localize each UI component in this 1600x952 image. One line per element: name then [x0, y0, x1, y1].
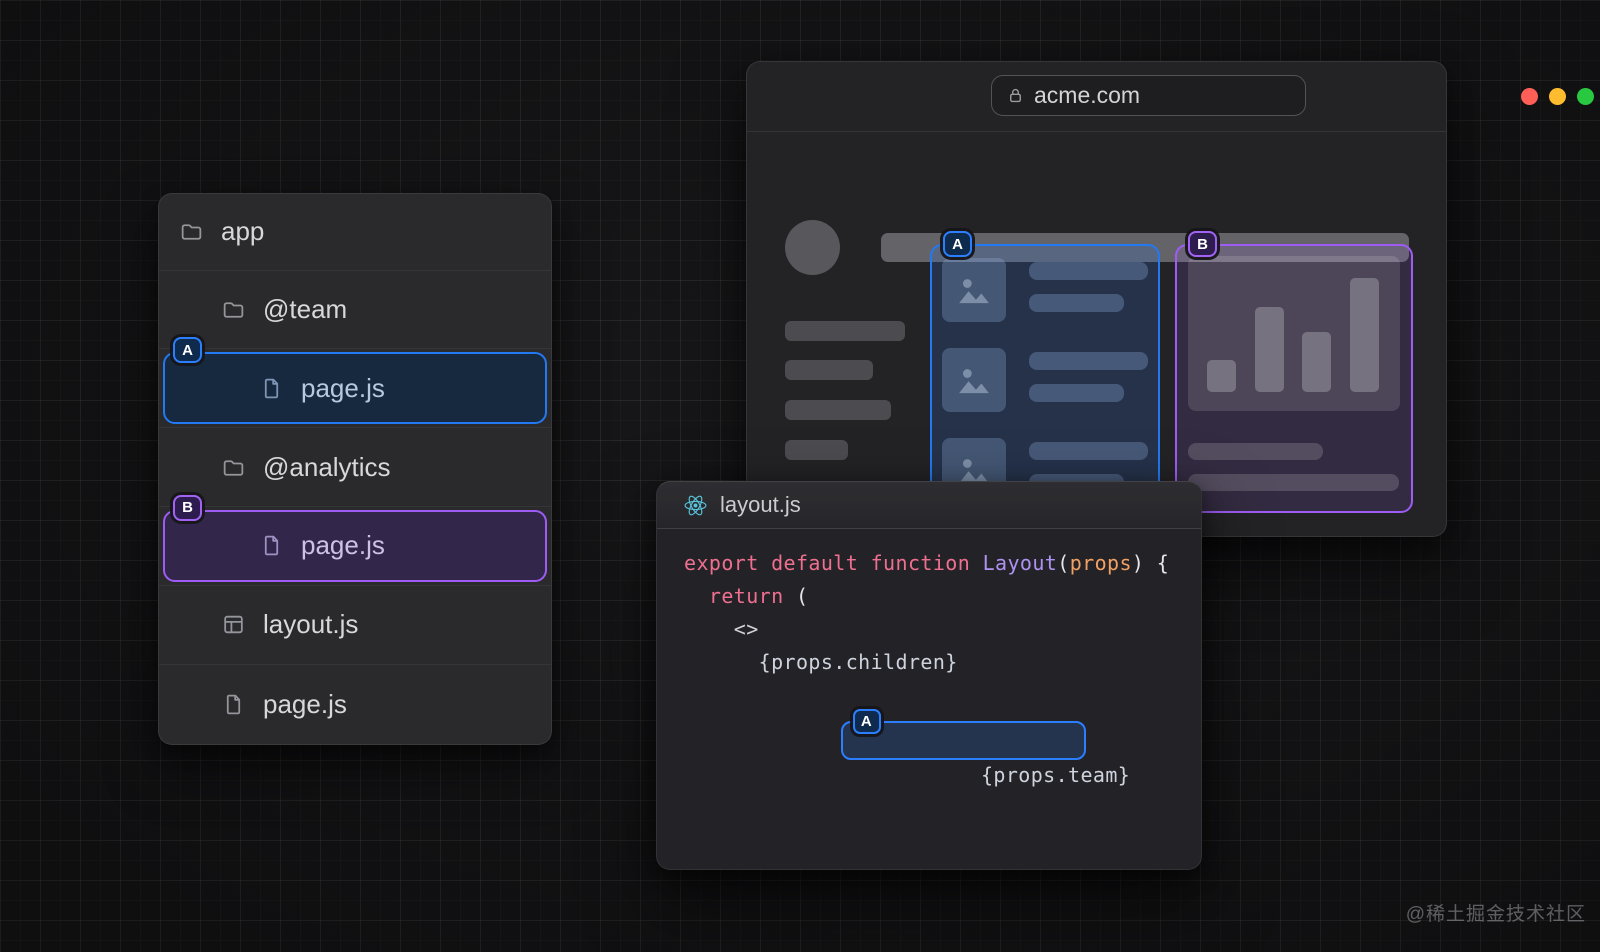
tree-item-label: @analytics	[263, 451, 391, 482]
folder-icon	[221, 297, 246, 322]
close-button[interactable]	[1521, 88, 1538, 105]
badge-a: A	[852, 709, 881, 734]
chart-bar	[1255, 307, 1284, 392]
tree-item-label: layout.js	[263, 609, 359, 640]
nav-skeleton-bar	[785, 440, 848, 460]
browser-viewport: A B	[747, 131, 1446, 536]
text-skeleton-bar	[1029, 352, 1148, 370]
react-icon	[683, 493, 708, 518]
highlight-box-team: A {props.team}	[840, 709, 1130, 787]
list-item	[942, 348, 1148, 412]
minimize-button[interactable]	[1549, 88, 1566, 105]
code-line: {props.children}	[684, 650, 958, 674]
nav-skeleton-bar	[785, 400, 891, 420]
url-text: acme.com	[1034, 82, 1141, 108]
tree-item-label: app	[221, 216, 265, 247]
code-line: return (	[708, 584, 809, 608]
code-text: {props.team}	[980, 763, 1131, 787]
code-line-analytics: B{props.analytics}	[684, 866, 1201, 869]
text-skeleton-bar	[1029, 294, 1124, 312]
editor-titlebar: layout.js	[657, 482, 1201, 529]
folder-icon	[221, 455, 246, 480]
url-bar[interactable]: acme.com	[991, 75, 1306, 116]
text-skeleton-bar	[1029, 384, 1124, 402]
tree-item-root-page[interactable]: page.js	[159, 665, 551, 744]
tree-item-analytics-page[interactable]: B page.js	[159, 494, 551, 586]
chart-bar	[1207, 360, 1236, 392]
tree-item-app[interactable]: app	[159, 194, 551, 271]
browser-window: acme.com A B	[746, 61, 1594, 537]
tree-item-label: page.js	[263, 689, 347, 720]
zoom-button[interactable]	[1577, 88, 1594, 105]
nav-skeleton-bar	[785, 321, 905, 341]
code-block: export default function Layout(props) { …	[657, 529, 1201, 869]
text-skeleton-bar	[1029, 262, 1148, 280]
file-tree-panel: app @team A page.js @analytics B page.js…	[158, 193, 552, 745]
text-skeleton-bar	[1029, 442, 1148, 460]
text-skeleton-bar	[1188, 443, 1323, 460]
code-line: <>	[684, 617, 759, 641]
canvas: app @team A page.js @analytics B page.js…	[0, 0, 1600, 952]
analytics-slot-region: B	[1175, 231, 1413, 513]
image-placeholder-icon	[942, 348, 1006, 412]
browser-titlebar: acme.com	[747, 62, 1594, 132]
tree-item-label: page.js	[301, 372, 385, 403]
chart-bar	[1302, 332, 1331, 392]
avatar	[785, 220, 840, 275]
text-skeleton-bar	[1188, 474, 1399, 491]
tree-item-layout[interactable]: layout.js	[159, 586, 551, 666]
layout-icon	[221, 612, 246, 637]
file-icon	[259, 533, 284, 558]
badge-a: A	[943, 231, 972, 257]
badge-b: B	[173, 494, 202, 521]
watermark: @稀土掘金技术社区	[1405, 904, 1586, 925]
tree-item-label: page.js	[301, 530, 385, 561]
image-placeholder-icon	[942, 258, 1006, 322]
tree-item-team[interactable]: @team	[159, 271, 551, 350]
nav-skeleton-bar	[785, 360, 873, 380]
code-line-team: A {props.team}	[684, 688, 1201, 858]
code-editor-window: layout.js export default function Layout…	[656, 481, 1202, 870]
tree-item-label: @team	[263, 294, 348, 325]
badge-b: B	[1188, 231, 1217, 257]
chart-bar	[1350, 278, 1379, 392]
folder-icon	[179, 219, 204, 244]
editor-filename: layout.js	[720, 492, 801, 517]
lock-icon	[1006, 86, 1025, 105]
file-icon	[221, 692, 246, 717]
bar-chart-skeleton	[1188, 256, 1400, 411]
tree-item-analytics[interactable]: @analytics	[159, 428, 551, 507]
code-line: export default function Layout(props) {	[684, 551, 1170, 575]
badge-a: A	[173, 337, 202, 364]
list-item	[942, 258, 1148, 322]
tree-item-team-page[interactable]: A page.js	[159, 337, 551, 429]
file-icon	[259, 376, 284, 401]
team-slot-region: A	[930, 231, 1160, 513]
